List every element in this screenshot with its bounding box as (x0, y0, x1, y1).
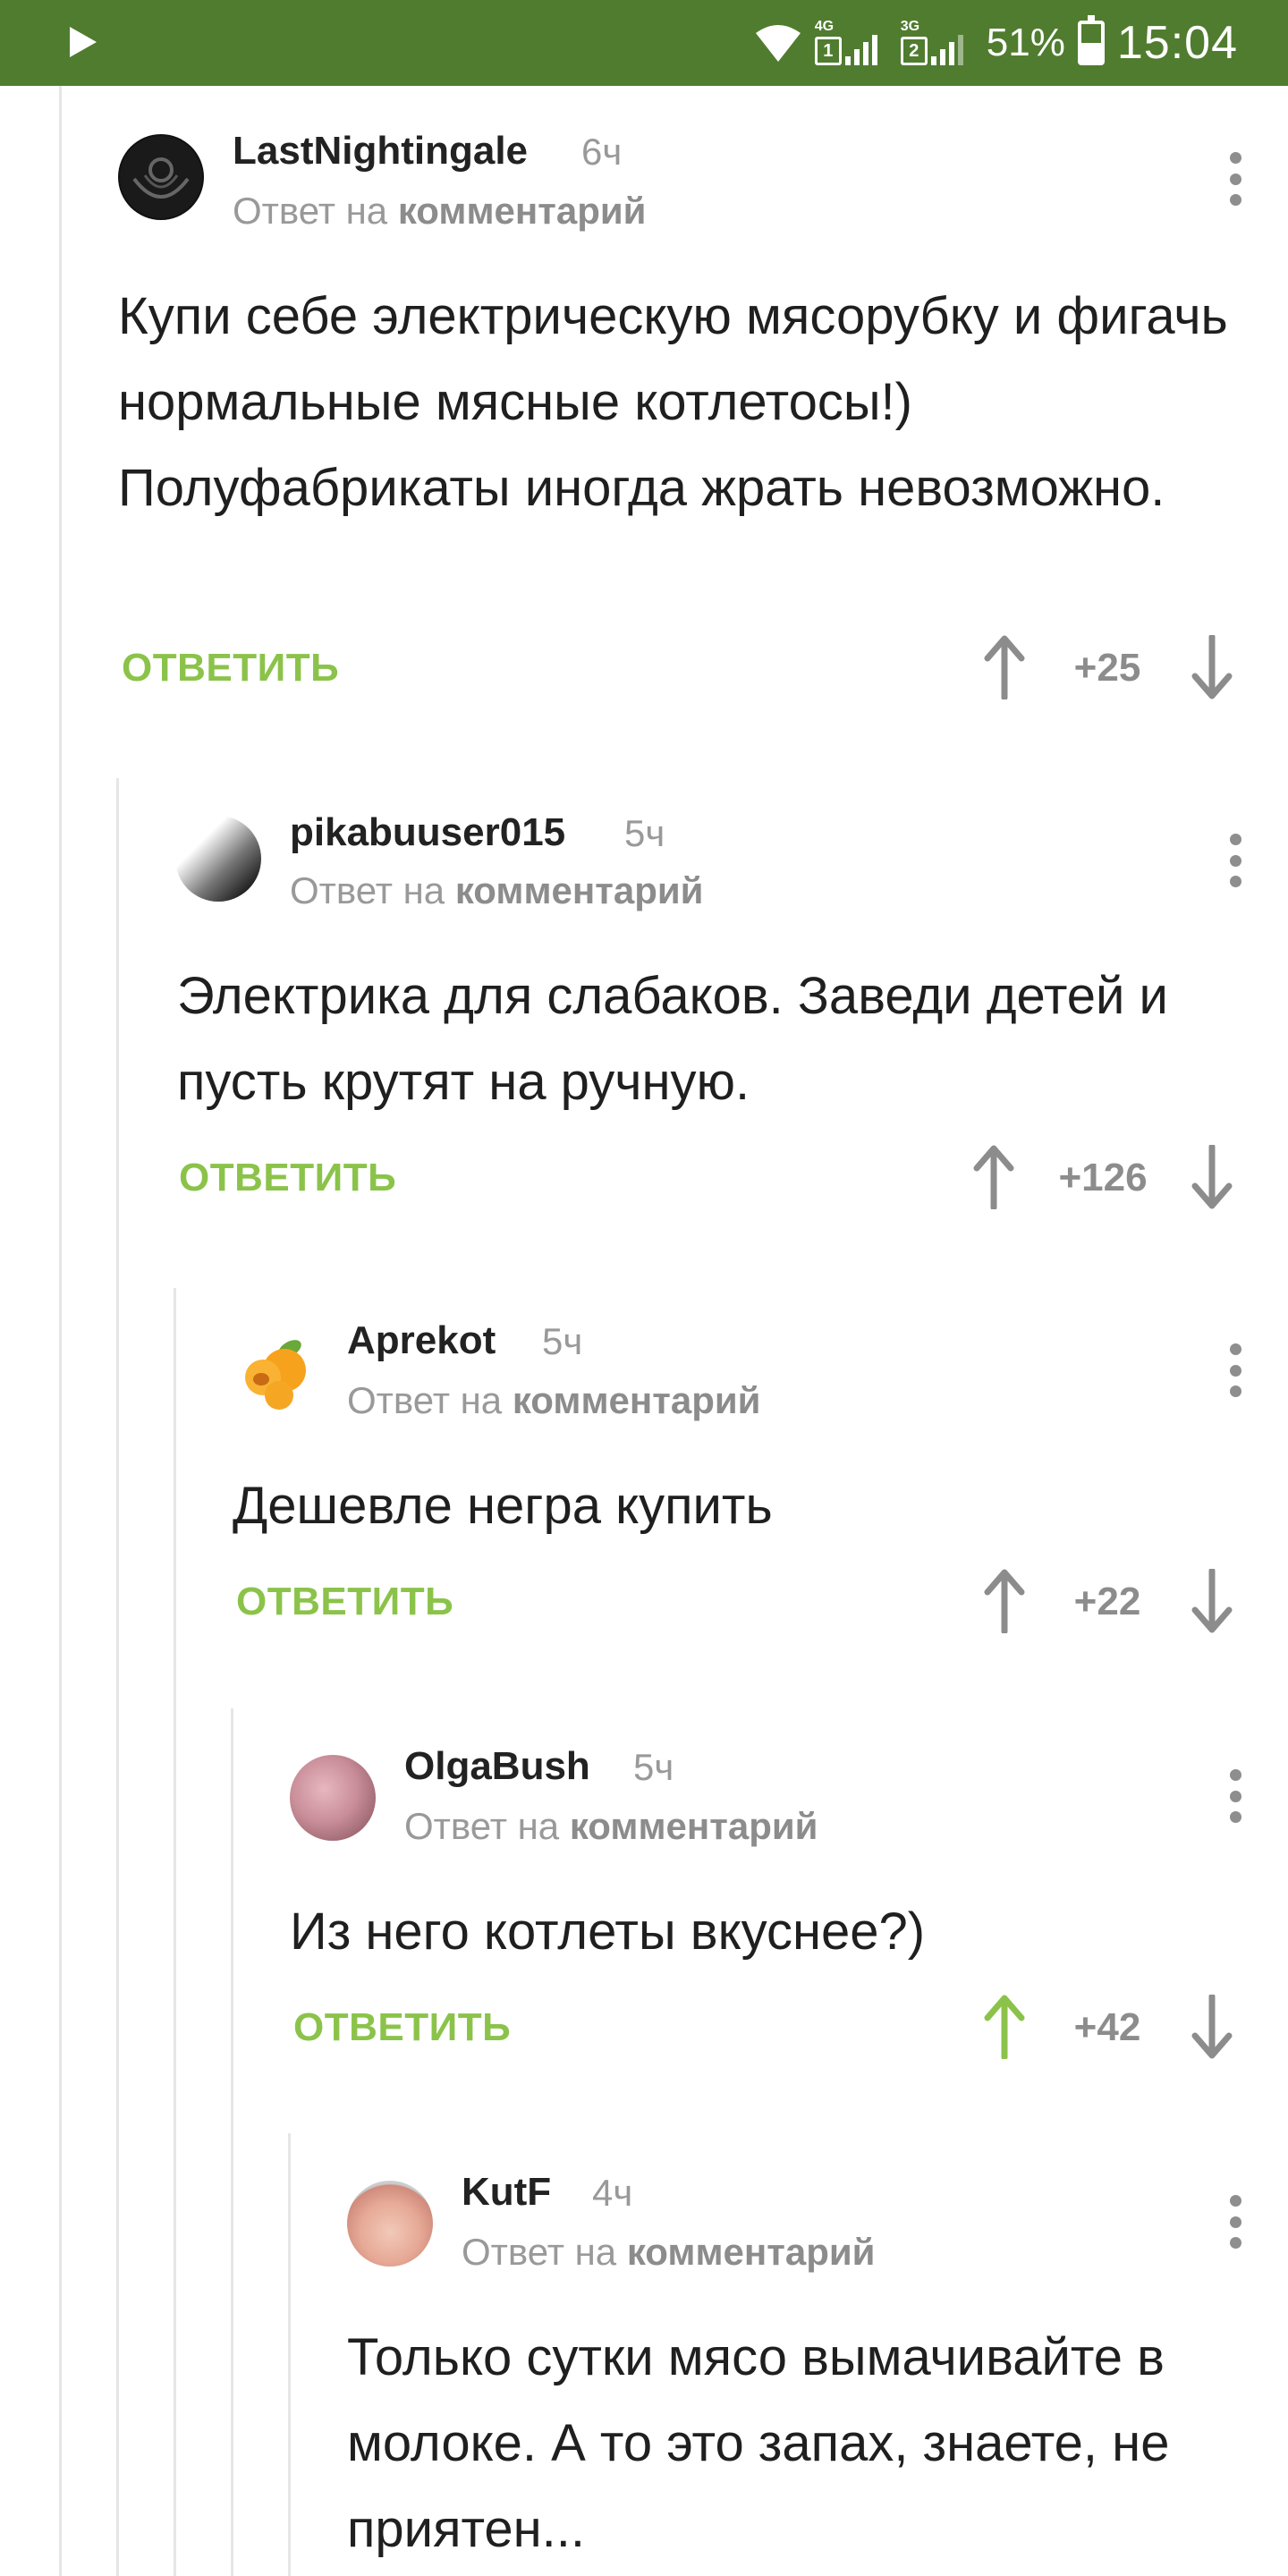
dark-emblem-icon (120, 136, 202, 218)
status-icons: 4G 1 3G 2 51% 15:04 (754, 14, 1238, 72)
reply-to-link[interactable]: комментарий (627, 2231, 876, 2273)
status-bar: 4G 1 3G 2 51% 15:04 (0, 0, 1288, 86)
upvote-arrow-icon[interactable] (982, 1569, 1027, 1633)
reply-button[interactable]: ОТВЕТИТЬ (179, 1156, 396, 1200)
thread-line-1 (116, 778, 119, 2576)
rating-value: +22 (1073, 1580, 1141, 1623)
more-options-icon[interactable] (1229, 2195, 1241, 2249)
comment-text: Дешевле негра купить (233, 1477, 773, 1535)
battery-percent: 51% (986, 21, 1065, 64)
sim-slot-1: 1 (814, 37, 842, 65)
network-type-1: 4G (814, 19, 835, 34)
reply-button[interactable]: ОТВЕТИТЬ (293, 2005, 511, 2050)
comment-time: 5ч (624, 812, 665, 854)
comment-text: Только сутки мясо вымачивайте в молоке. … (347, 2328, 1170, 2558)
network-type-2: 3G (900, 19, 920, 34)
comment-text: Электрика для слабаков. Заведи детей и п… (177, 967, 1168, 1111)
thread-line-4 (288, 2133, 291, 2576)
reply-to-link[interactable]: комментарий (455, 869, 704, 911)
avatar[interactable] (290, 1755, 376, 1841)
upvote-arrow-icon[interactable] (982, 635, 1027, 699)
reply-button[interactable]: ОТВЕТИТЬ (236, 1580, 453, 1624)
more-options-icon[interactable] (1229, 1343, 1241, 1397)
wifi-icon (755, 25, 801, 62)
reply-to-prefix: Ответ на (233, 190, 388, 232)
author-name[interactable]: OlgaBush (404, 1744, 590, 1789)
downvote-arrow-icon[interactable] (1190, 1569, 1234, 1633)
downvote-arrow-icon[interactable] (1190, 1145, 1234, 1209)
author-name[interactable]: Aprekot (347, 1318, 496, 1363)
comment-time: 4ч (592, 2172, 633, 2214)
battery-icon (1077, 15, 1105, 65)
comment-time: 5ч (542, 1320, 583, 1362)
downvote-arrow-icon[interactable] (1190, 635, 1234, 699)
reply-to-prefix: Ответ на (462, 2231, 617, 2273)
thread-line-3 (231, 1708, 233, 2576)
comment-time: 5ч (633, 1746, 674, 1788)
avatar[interactable] (234, 1327, 320, 1413)
comment-time: 6ч (581, 131, 623, 173)
sim1-signal-icon: 4G 1 (814, 19, 888, 67)
more-options-icon[interactable] (1229, 152, 1241, 206)
reply-to-info: Ответ на комментарий (290, 869, 704, 912)
more-options-icon[interactable] (1229, 834, 1241, 887)
author-name[interactable]: KutF (462, 2170, 551, 2215)
reply-button[interactable]: ОТВЕТИТЬ (122, 646, 339, 691)
sim2-signal-icon: 3G 2 (900, 19, 974, 67)
avatar[interactable] (347, 2181, 433, 2267)
author-name[interactable]: pikabuuser015 (290, 810, 565, 855)
rating-value: +25 (1073, 646, 1141, 690)
comment-text: Купи себе электрическую мясорубку и фига… (118, 287, 1228, 517)
comment-text: Из него котлеты вкуснее?) (290, 1902, 926, 1961)
upvote-arrow-icon[interactable] (971, 1145, 1016, 1209)
reply-to-prefix: Ответ на (404, 1805, 560, 1847)
clock: 15:04 (1116, 17, 1238, 69)
reply-to-info: Ответ на комментарий (233, 190, 647, 233)
reply-to-link[interactable]: комментарий (398, 190, 647, 232)
reply-to-info: Ответ на комментарий (347, 1379, 761, 1422)
thread-line-0 (59, 86, 62, 2576)
thread-line-2 (174, 1288, 176, 2576)
reply-to-link[interactable]: комментарий (570, 1805, 818, 1847)
reply-to-info: Ответ на комментарий (404, 1805, 818, 1848)
reply-to-info: Ответ на комментарий (462, 2231, 876, 2274)
more-options-icon[interactable] (1229, 1769, 1241, 1823)
rating-value: +42 (1073, 2005, 1141, 2049)
apricot-icon (245, 1340, 306, 1410)
reply-to-prefix: Ответ на (347, 1379, 503, 1421)
sim-slot-2: 2 (900, 37, 928, 65)
avatar[interactable] (118, 134, 204, 220)
play-icon (70, 27, 97, 57)
downvote-arrow-icon[interactable] (1190, 1995, 1234, 2059)
reply-to-link[interactable]: комментарий (513, 1379, 761, 1421)
rating-value: +126 (1058, 1156, 1148, 1199)
upvote-arrow-icon[interactable] (982, 1995, 1027, 2059)
author-name[interactable]: LastNightingale (233, 129, 528, 174)
reply-to-prefix: Ответ на (290, 869, 445, 911)
avatar[interactable] (175, 816, 261, 902)
